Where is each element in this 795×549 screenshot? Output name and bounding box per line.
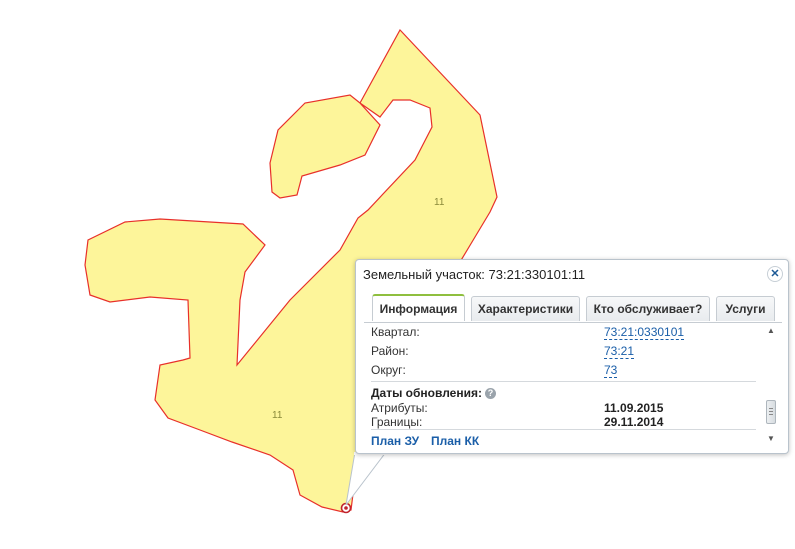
attributes-value: 11.09.2015 — [604, 401, 664, 415]
kvartal-label: Квартал: — [371, 325, 420, 339]
plan-zu-link[interactable]: План ЗУ — [371, 434, 419, 448]
info-panel: Квартал: 73:21:0330101 Район: 73:21 Окру… — [364, 323, 762, 448]
parcel-label: 11 — [434, 197, 445, 208]
kvartal-link[interactable]: 73:21:0330101 — [604, 325, 685, 340]
dates-heading: Даты обновления:? — [371, 386, 496, 400]
scrollbar[interactable]: ▲ ▼ — [764, 326, 778, 448]
okrug-label: Округ: — [371, 363, 406, 377]
section-divider — [371, 429, 756, 430]
dates-heading-text: Даты обновления: — [371, 386, 482, 400]
popup-pointer — [345, 452, 387, 506]
help-icon[interactable]: ? — [484, 388, 496, 400]
scroll-thumb[interactable] — [766, 400, 776, 424]
attributes-label: Атрибуты: — [371, 401, 428, 415]
borders-label: Границы: — [371, 415, 423, 429]
section-divider — [371, 381, 756, 382]
info-popup: Земельный участок: 73:21:330101:11 ✕ Инф… — [355, 259, 789, 454]
rayon-link[interactable]: 73:21 — [604, 344, 635, 359]
popup-title: Земельный участок: 73:21:330101:11 — [363, 267, 586, 282]
tab-who-serves[interactable]: Кто обслуживает? — [586, 296, 710, 321]
scroll-down-icon[interactable]: ▼ — [767, 434, 775, 443]
tab-information[interactable]: Информация — [372, 294, 465, 321]
popup-tabs: Информация Характеристики Кто обслуживае… — [372, 294, 782, 322]
rayon-label: Район: — [371, 344, 409, 358]
parcel-label: 11 — [272, 410, 283, 421]
okrug-link[interactable]: 73 — [604, 363, 618, 378]
close-icon: ✕ — [770, 267, 780, 280]
tab-services[interactable]: Услуги — [716, 296, 775, 321]
scroll-up-icon[interactable]: ▲ — [767, 326, 775, 335]
tab-characteristics[interactable]: Характеристики — [471, 296, 580, 321]
plan-kk-link[interactable]: План КК — [431, 434, 479, 448]
close-button[interactable]: ✕ — [767, 266, 783, 282]
borders-value: 29.11.2014 — [604, 415, 664, 429]
